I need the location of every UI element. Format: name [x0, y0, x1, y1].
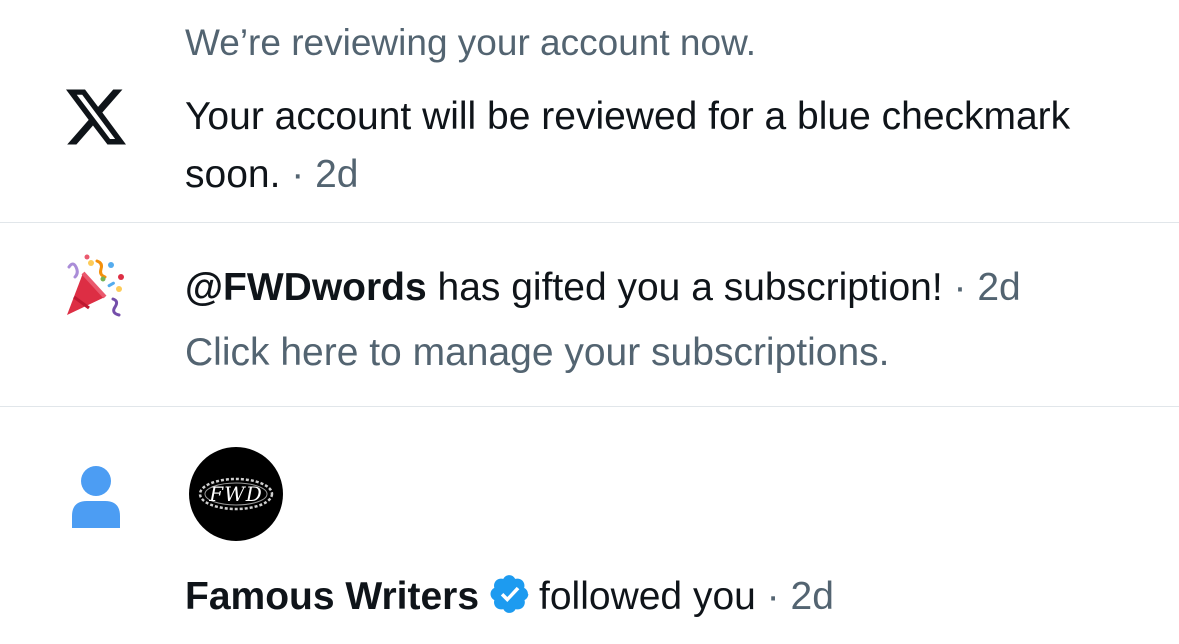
separator-dot: · [280, 153, 316, 196]
notification-new-follower[interactable]: FWD Famous Writers followed you · 2d [0, 407, 1179, 644]
notification-time: 2d [977, 266, 1021, 309]
notification-text: has gifted you a subscription! [426, 266, 943, 309]
person-icon [58, 461, 134, 531]
manage-subscriptions-link[interactable]: Click here to manage your subscriptions. [185, 324, 1149, 382]
notification-account-review[interactable]: We’re reviewing your account now. Your a… [0, 0, 1179, 223]
notification-time: 2d [790, 575, 834, 618]
notification-message: @FWDwords has gifted you a subscription!… [185, 259, 1149, 317]
separator-dot: · [755, 575, 791, 618]
verified-badge-icon [490, 575, 529, 613]
notification-preface: We’re reviewing your account now. [185, 22, 757, 63]
notification-text: followed you [539, 575, 756, 618]
avatar-logo-text: FWD [209, 482, 263, 506]
notification-message: Your account will be reviewed for a blue… [185, 88, 1149, 204]
follower-avatar[interactable]: FWD [189, 447, 283, 541]
notification-time: 2d [315, 153, 359, 196]
follower-name-link[interactable]: Famous Writers [185, 575, 479, 618]
notification-message: Famous Writers followed you · 2d [185, 568, 1149, 626]
separator-dot: · [942, 266, 978, 309]
user-handle-link[interactable]: @FWDwords [185, 266, 427, 309]
party-popper-icon [58, 253, 134, 323]
notification-gift-subscription[interactable]: @FWDwords has gifted you a subscription!… [0, 223, 1179, 407]
x-logo-icon [58, 84, 134, 150]
